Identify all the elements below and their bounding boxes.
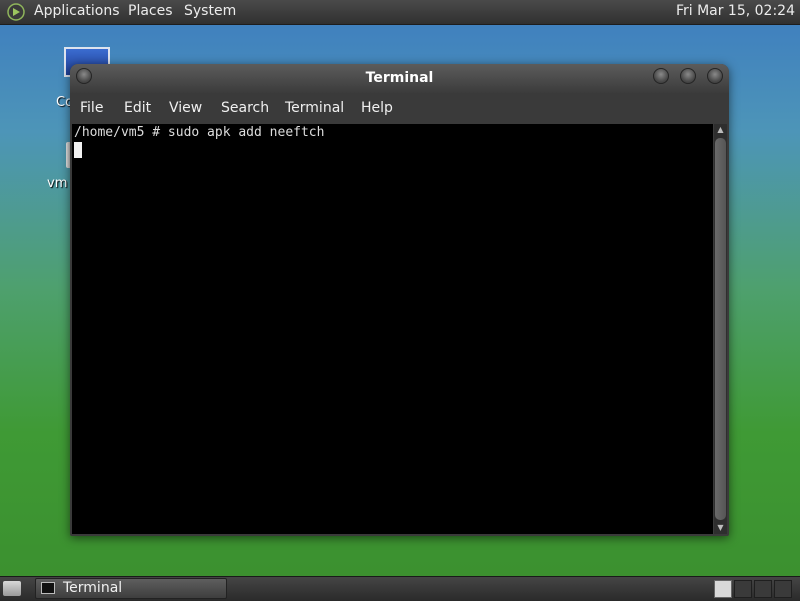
menu-help[interactable]: Help <box>361 100 393 116</box>
workspace-2[interactable] <box>734 580 752 598</box>
scroll-down-arrow-icon[interactable]: ▼ <box>714 522 727 534</box>
system-menu[interactable]: System <box>184 3 236 19</box>
taskbar-item-label: Terminal <box>63 580 123 596</box>
terminal-cursor <box>74 142 82 158</box>
window-menubar: File Edit View Search Terminal Help <box>70 94 729 124</box>
menu-edit[interactable]: Edit <box>124 100 151 116</box>
window-titlebar[interactable]: Terminal <box>70 64 729 94</box>
terminal-window: Terminal File Edit View Search Terminal … <box>70 64 729 536</box>
menu-view[interactable]: View <box>169 100 202 116</box>
minimize-button[interactable] <box>653 68 669 84</box>
workspace-3[interactable] <box>754 580 772 598</box>
menu-file[interactable]: File <box>80 100 103 116</box>
scrollbar-thumb[interactable] <box>715 138 726 520</box>
bottom-panel: Terminal <box>0 576 800 601</box>
terminal-command-line: /home/vm5 # sudo apk add neeftch <box>74 125 325 140</box>
menu-terminal[interactable]: Terminal <box>285 100 344 116</box>
menu-search[interactable]: Search <box>221 100 269 116</box>
top-panel: Applications Places System Fri Mar 15, 0… <box>0 0 800 25</box>
places-menu[interactable]: Places <box>128 3 173 19</box>
show-desktop-icon[interactable] <box>3 581 21 596</box>
clock[interactable]: Fri Mar 15, 02:24 <box>676 3 795 19</box>
close-button[interactable] <box>707 68 723 84</box>
applications-menu[interactable]: Applications <box>34 3 120 19</box>
maximize-button[interactable] <box>680 68 696 84</box>
scroll-up-arrow-icon[interactable]: ▲ <box>714 124 727 136</box>
window-title: Terminal <box>365 70 434 86</box>
terminal-scrollbar[interactable]: ▲ ▼ <box>714 124 727 534</box>
workspace-1[interactable] <box>714 580 732 598</box>
gnome-foot-icon[interactable] <box>7 3 25 21</box>
terminal-output[interactable]: /home/vm5 # sudo apk add neeftch <box>72 124 713 534</box>
workspace-4[interactable] <box>774 580 792 598</box>
taskbar-item-terminal[interactable]: Terminal <box>35 578 227 599</box>
terminal-icon <box>41 582 55 594</box>
desktop-icon-label-home[interactable]: vm <box>47 176 67 191</box>
